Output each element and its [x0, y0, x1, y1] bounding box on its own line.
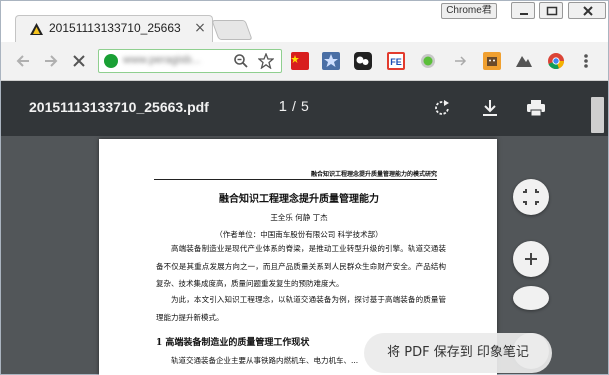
zoom-icon[interactable] — [233, 53, 249, 69]
paragraph-1: 高端装备制造业是现代产业体系的脊梁，是推动工业转型升级的引擎。轨道交通装备不仅是… — [156, 244, 446, 288]
page-info-icon[interactable] — [104, 54, 118, 68]
paper-authors: 王全乐 何静 丁杰 — [270, 213, 328, 222]
bookmark-star-icon-ext[interactable] — [322, 52, 340, 70]
paper-title: 融合知识工程理念提升质量管理能力 — [219, 194, 379, 205]
pdf-file-name: 20151113133710_25663.pdf — [29, 99, 209, 115]
weixin-icon[interactable] — [354, 52, 372, 70]
zoom-out-button[interactable] — [513, 286, 549, 310]
profile-badge[interactable]: Chrome君 — [441, 3, 497, 19]
print-icon[interactable] — [525, 97, 547, 119]
address-bar[interactable]: www.peragisb... — [98, 49, 282, 73]
rotate-icon[interactable] — [431, 97, 453, 119]
bookmark-star-icon[interactable] — [258, 53, 274, 69]
header-rule — [154, 179, 437, 180]
total-pages: 5 — [301, 98, 309, 114]
title-bar: 20151113133710_25663 × Chrome君 — [0, 0, 609, 43]
minimize-button[interactable] — [511, 2, 535, 19]
browser-toolbar: www.peragisb... 1 FE — [0, 42, 609, 117]
active-tab[interactable]: 20151113133710_25663 × — [15, 15, 213, 43]
paper-affiliation: （作者单位：中国南车股份有限公司 科学技术部） — [215, 230, 383, 239]
new-tab-button[interactable] — [211, 20, 253, 40]
svg-text:FE: FE — [390, 57, 402, 67]
tab-title: 20151113133710_25663 — [49, 21, 181, 35]
page-separator: / — [292, 98, 296, 114]
back-button[interactable] — [13, 51, 33, 71]
pdf-scrollbar[interactable] — [591, 97, 604, 133]
pdf-tab-icon — [30, 23, 43, 35]
fit-to-page-icon — [523, 189, 539, 205]
plus-icon — [525, 253, 537, 265]
close-window-button[interactable] — [568, 2, 606, 19]
stop-reload-button[interactable] — [69, 51, 89, 71]
fox-icon[interactable] — [483, 52, 501, 70]
mountain-icon[interactable] — [515, 52, 533, 70]
menu-icon[interactable] — [579, 51, 593, 71]
zoom-in-button[interactable] — [513, 241, 549, 277]
pdf-toolbar: 20151113133710_25663.pdf 1 / 5 — [1, 81, 608, 136]
maximize-button[interactable] — [539, 2, 563, 19]
page-indicator: 1 / 5 — [271, 98, 331, 118]
minimize-icon — [520, 13, 528, 15]
running-head: 融合知识工程理念提升质量管理能力的模式研究 — [310, 171, 437, 178]
url-text: www.peragisb... — [123, 54, 201, 66]
maximize-icon — [546, 6, 558, 16]
save-to-evernote-toast[interactable]: 将 PDF 保存到 印象笔记 — [364, 333, 552, 373]
forward-button[interactable] — [41, 51, 61, 71]
paragraph-2: 为此，本文引入知识工程理念，以轨道交通装备为例，探讨基于高端装备的质量管理能力提… — [156, 295, 446, 322]
fe-icon[interactable]: FE — [387, 52, 405, 70]
chrome-icon[interactable] — [547, 52, 565, 70]
tab-close-icon[interactable]: × — [192, 20, 208, 36]
pdf-viewer: 20151113133710_25663.pdf 1 / 5 融合知识工程理念提升质… — [0, 81, 609, 375]
circle-green-icon[interactable] — [419, 52, 437, 70]
arrow-icon[interactable] — [451, 52, 469, 70]
flag-cn-icon[interactable] — [291, 52, 309, 70]
download-icon[interactable] — [479, 97, 501, 119]
fit-to-page-button[interactable] — [513, 179, 549, 215]
close-icon — [583, 6, 593, 16]
current-page-input[interactable]: 1 — [271, 98, 287, 115]
